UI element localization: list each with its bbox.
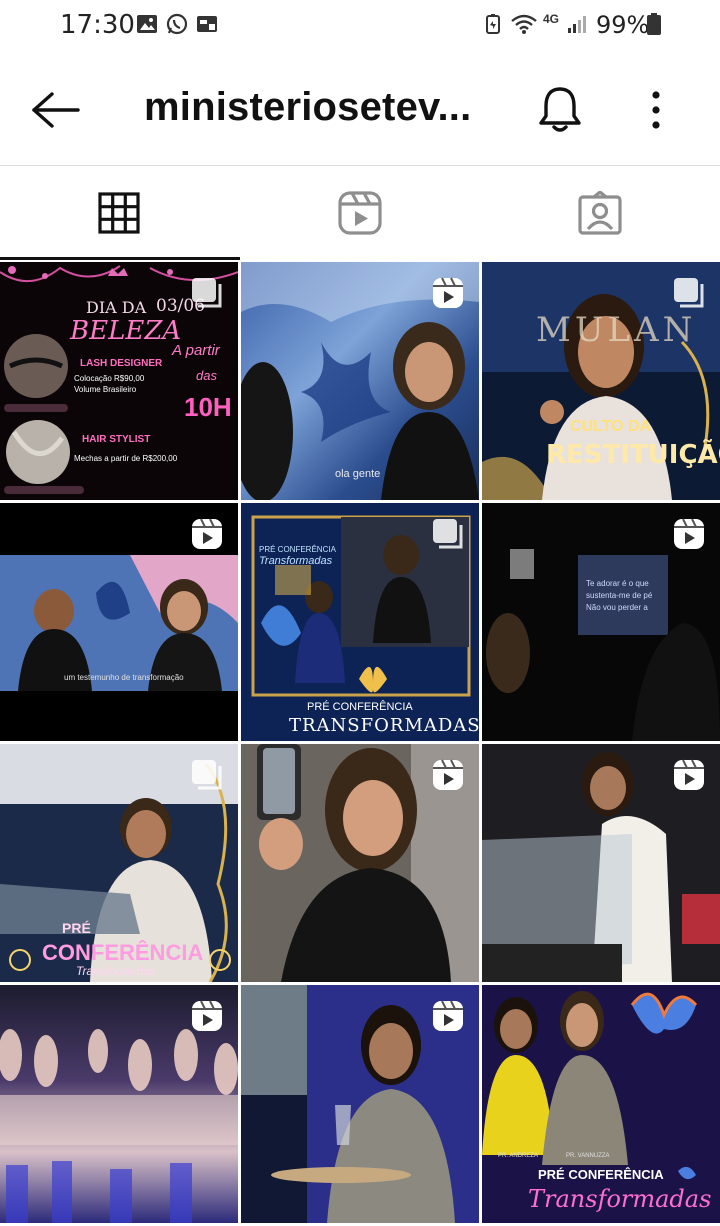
profile-username: ministeriosetev... xyxy=(144,85,472,129)
tagged-icon xyxy=(578,191,622,235)
post-5-line2: TRANSFORMADAS xyxy=(289,715,479,736)
post-1-a-partir: A partir xyxy=(172,342,220,359)
reel-badge-icon xyxy=(192,518,222,549)
post-6-line3: Não vou perder a xyxy=(586,603,648,612)
battery-percent: 99% xyxy=(596,11,650,39)
status-bar: 17:30 4G 99% xyxy=(0,0,720,52)
post-3-line2: RESTITUIÇÃO xyxy=(546,440,720,470)
post-1-beleza: BELEZA xyxy=(70,316,182,346)
post-6-line1: Te adorar é o que xyxy=(586,579,649,588)
post-7[interactable]: PRÉ CONFERÊNCIA Transformadas xyxy=(0,744,238,982)
gallery-notification-icon xyxy=(137,15,157,33)
reel-badge-icon xyxy=(674,759,704,790)
signal-icon xyxy=(568,16,586,33)
post-12[interactable]: PR. ANDREZA PR. VANNUZZA PRÉ CONFERÊNCIA… xyxy=(482,985,720,1223)
post-3[interactable]: MULAN CULTO DA RESTITUIÇÃO xyxy=(482,262,720,500)
tab-grid[interactable] xyxy=(0,166,240,260)
post-2[interactable]: ola gente xyxy=(241,262,479,500)
network-type: 4G xyxy=(543,12,560,26)
profile-header: ministeriosetev... xyxy=(0,52,720,166)
post-3-headline: MULAN xyxy=(536,310,697,350)
post-6[interactable]: Te adorar é o que sustenta-me de pé Não … xyxy=(482,503,720,741)
reel-badge-icon xyxy=(192,1000,222,1031)
carousel-badge-icon xyxy=(192,278,222,308)
post-12-name1: PR. ANDREZA xyxy=(498,1153,539,1159)
post-8[interactable] xyxy=(241,744,479,982)
post-6-line2: sustenta-me de pé xyxy=(586,591,653,600)
carousel-badge-icon xyxy=(433,519,463,549)
post-1-lash-title: LASH DESIGNER xyxy=(80,358,163,369)
post-1-lash-line1: Colocação R$90,00 xyxy=(74,374,145,383)
post-5-small2: Transformadas xyxy=(259,555,333,567)
battery-icon xyxy=(647,13,661,35)
post-7-line2: CONFERÊNCIA xyxy=(42,940,204,965)
post-10[interactable] xyxy=(0,985,238,1223)
post-12-line1: PRÉ CONFERÊNCIA xyxy=(538,1167,664,1182)
post-4-caption: um testemunho de transformação xyxy=(64,673,184,682)
carousel-badge-icon xyxy=(192,760,222,790)
post-7-line3: Transformadas xyxy=(76,964,156,978)
post-11[interactable] xyxy=(241,985,479,1223)
post-5-line1: PRÉ CONFERÊNCIA xyxy=(307,701,413,713)
wifi-icon xyxy=(511,14,537,34)
battery-saver-icon xyxy=(486,14,500,34)
reel-badge-icon xyxy=(674,518,704,549)
post-12-name2: PR. VANNUZZA xyxy=(566,1153,610,1159)
reels-icon xyxy=(338,191,382,235)
grid-icon xyxy=(98,192,140,234)
post-4[interactable]: um testemunho de transformação xyxy=(0,503,238,741)
post-9[interactable] xyxy=(482,744,720,982)
post-2-caption: ola gente xyxy=(335,468,381,480)
whatsapp-notification-icon xyxy=(166,13,188,35)
post-1-hair-line1: Mechas a partir de R$200,00 xyxy=(74,454,178,463)
active-tab-indicator xyxy=(0,257,240,260)
post-12-line2: Transformadas xyxy=(528,1185,712,1213)
post-7-line1: PRÉ xyxy=(62,920,91,936)
post-5-small1: PRÉ CONFERÊNCIA xyxy=(259,545,336,554)
tab-tagged[interactable] xyxy=(480,166,720,260)
post-1[interactable]: DIA DA 03/06 BELEZA A partir das 10H LAS… xyxy=(0,262,238,500)
post-3-line1: CULTO DA xyxy=(570,418,652,435)
post-1-hour: 10H xyxy=(184,392,232,422)
post-1-lash-line2: Volume Brasileiro xyxy=(74,385,137,394)
reel-badge-icon xyxy=(433,1000,463,1031)
back-arrow-icon[interactable] xyxy=(30,90,82,130)
post-1-hair-title: HAIR STYLIST xyxy=(82,434,151,445)
post-1-das: das xyxy=(196,368,217,383)
notification-bell-icon[interactable] xyxy=(536,84,584,134)
reel-badge-icon xyxy=(433,277,463,308)
posts-grid: DIA DA 03/06 BELEZA A partir das 10H LAS… xyxy=(0,262,720,1226)
more-options-icon[interactable] xyxy=(640,88,672,132)
post-1-title: DIA DA xyxy=(86,298,147,317)
post-5[interactable]: PRÉ CONFERÊNCIA Transformadas PRÉ CONFER… xyxy=(241,503,479,741)
reel-badge-icon xyxy=(433,759,463,790)
app-notification-icon xyxy=(197,16,217,32)
carousel-badge-icon xyxy=(674,278,704,308)
tab-reels[interactable] xyxy=(240,166,480,260)
profile-tabs xyxy=(0,166,720,260)
status-time: 17:30 xyxy=(60,10,135,40)
